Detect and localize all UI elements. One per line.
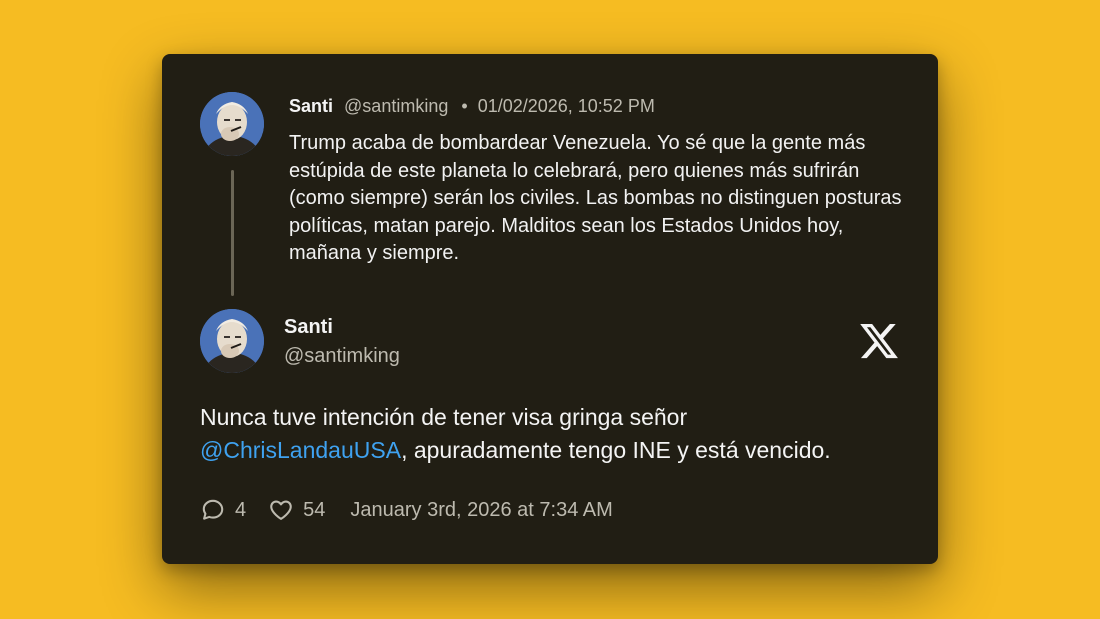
x-logo-icon[interactable]	[858, 320, 900, 362]
post-date[interactable]: January 3rd, 2026 at 7:34 AM	[350, 499, 612, 522]
thread-connector-line	[231, 170, 234, 296]
like-action[interactable]: 54	[268, 497, 325, 523]
tweet-text-part: Nunca tuve intención de tener visa gring…	[200, 404, 688, 430]
tweet-text: Nunca tuve intención de tener visa gring…	[200, 401, 900, 467]
quoted-tweet-text: Trump acaba de bombardear Venezuela. Yo …	[289, 132, 902, 264]
quoted-timestamp[interactable]: 01/02/2026, 10:52 PM	[478, 96, 655, 116]
avatar-photo-icon	[200, 309, 264, 373]
author-display-name[interactable]: Santi	[284, 316, 333, 339]
mention-link[interactable]: @ChrisLandauUSA	[200, 437, 401, 463]
quoted-avatar[interactable]	[200, 92, 264, 156]
heart-icon	[270, 500, 292, 520]
avatar-photo-icon	[200, 92, 264, 156]
tweet-text-part: , apuradamente tengo INE y está vencido.	[401, 437, 831, 463]
author-handle[interactable]: @santimking	[284, 345, 400, 368]
tweet-footer: 4 54 January 3rd, 2026 at 7:34 AM	[200, 494, 613, 526]
reply-action[interactable]: 4	[200, 497, 246, 523]
quoted-display-name[interactable]: Santi	[289, 96, 333, 116]
quoted-handle[interactable]: @santimking	[344, 96, 448, 116]
tweet-card: Santi @santimking • 01/02/2026, 10:52 PM…	[162, 54, 938, 564]
separator-dot: •	[461, 96, 468, 116]
like-count: 54	[303, 498, 326, 521]
quoted-header: Santi @santimking • 01/02/2026, 10:52 PM	[289, 94, 655, 118]
reply-count: 4	[235, 498, 247, 521]
author-avatar[interactable]	[200, 309, 264, 373]
comment-bubble-icon	[202, 499, 224, 520]
